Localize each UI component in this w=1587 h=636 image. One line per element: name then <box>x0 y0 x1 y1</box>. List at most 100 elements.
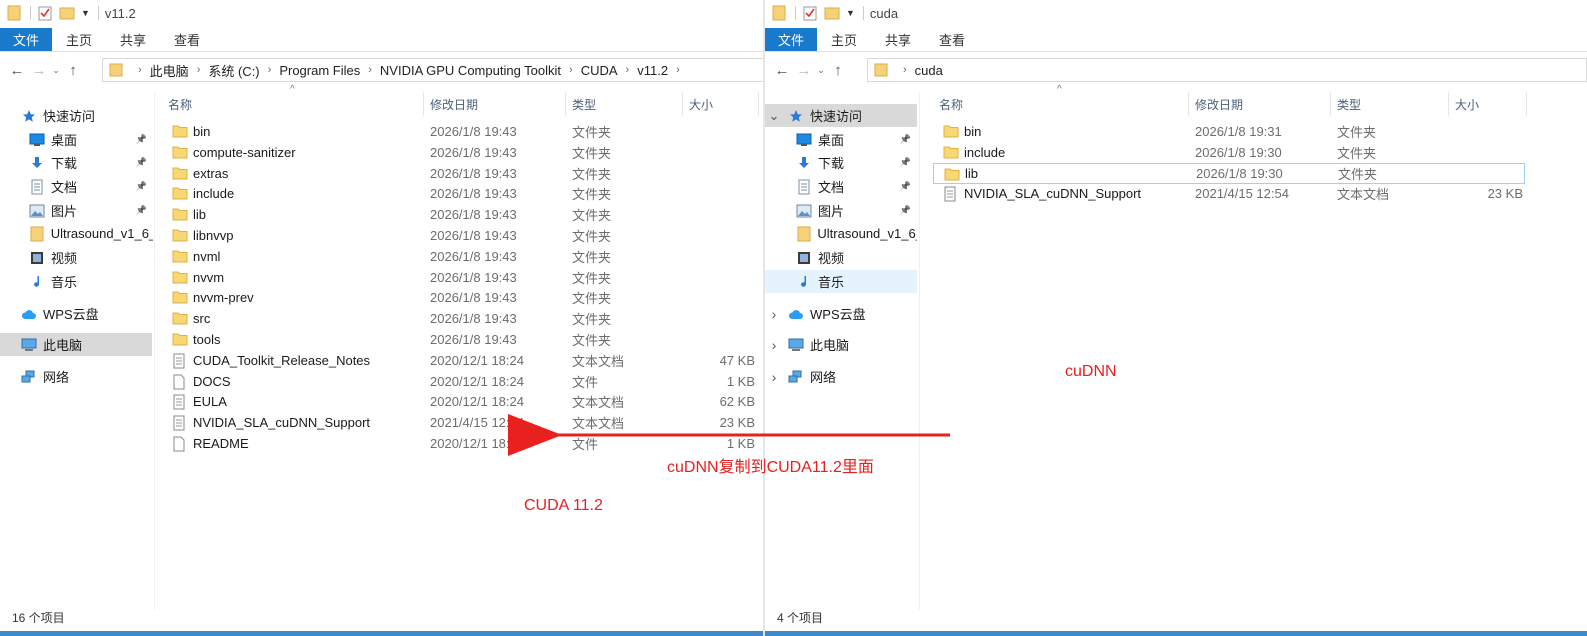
sidebar-item-label: 文档 <box>51 180 78 195</box>
tab-view[interactable]: 查看 <box>925 28 979 51</box>
file-row[interactable]: nvvm 2026/1/8 19:43 文件夹 <box>162 267 763 288</box>
sidebar-item-network[interactable]: › 网络 <box>765 365 917 388</box>
folder-icon <box>944 167 960 181</box>
tab-view[interactable]: 查看 <box>160 28 214 51</box>
breadcrumb-this-pc[interactable]: 此电脑 <box>150 61 189 80</box>
back-arrow-icon[interactable]: ← <box>771 62 793 79</box>
address-bar[interactable]: › cuda <box>867 58 1587 82</box>
sidebar-item-videos[interactable]: 视频 <box>0 246 153 269</box>
file-row[interactable]: libnvvp 2026/1/8 19:43 文件夹 <box>162 225 763 246</box>
sidebar-item-pictures[interactable]: 图片 📌 <box>0 199 153 222</box>
sidebar-item-pictures[interactable]: 图片 📌 <box>765 199 917 222</box>
tab-home[interactable]: 主页 <box>817 28 871 51</box>
tab-file[interactable]: 文件 <box>0 28 52 51</box>
column-header-size[interactable]: 大小 <box>683 92 759 116</box>
file-row[interactable]: NVIDIA_SLA_cuDNN_Support 2021/4/15 12:54 文… <box>162 412 763 433</box>
sidebar-item-wps-cloud[interactable]: › WPS云盘 <box>765 302 917 325</box>
chevron-right-icon[interactable]: › <box>767 369 781 385</box>
new-folder-icon[interactable] <box>824 5 840 21</box>
properties-icon[interactable] <box>37 5 53 21</box>
file-row[interactable]: nvvm-prev 2026/1/8 19:43 文件夹 <box>162 287 763 308</box>
sidebar-item-quick-access[interactable]: 快速访问 <box>0 104 153 127</box>
file-row[interactable]: bin 2026/1/8 19:43 文件夹 <box>162 121 763 142</box>
sidebar-item-videos[interactable]: 视频 <box>765 246 917 269</box>
quick-access-dropdown-icon[interactable]: ▼ <box>846 8 855 18</box>
sidebar-item-music[interactable]: 音乐 <box>0 270 153 293</box>
file-date: 2021/4/15 12:54 <box>1195 186 1289 202</box>
sidebar-item-label: 视频 <box>51 251 78 266</box>
file-row[interactable]: compute-sanitizer 2026/1/8 19:43 文件夹 <box>162 142 763 163</box>
chevron-right-icon[interactable]: › <box>767 306 781 322</box>
pin-icon: 📌 <box>899 157 911 167</box>
file-row[interactable]: bin 2026/1/8 19:31 文件夹 <box>933 121 1587 142</box>
chevron-down-icon[interactable]: ⌄ <box>767 108 781 124</box>
sidebar-item-label: 桌面 <box>51 133 78 148</box>
column-header-date[interactable]: 修改日期 <box>1189 92 1331 116</box>
sidebar-item-wps-cloud[interactable]: WPS云盘 <box>0 302 153 325</box>
column-header-name[interactable]: 名称 <box>162 92 424 116</box>
address-bar[interactable]: › 此电脑 › 系统 (C:) › Program Files › NVIDIA… <box>102 58 763 82</box>
tab-home[interactable]: 主页 <box>52 28 106 51</box>
new-folder-icon[interactable] <box>59 5 75 21</box>
sidebar-item-this-pc[interactable]: › 此电脑 <box>765 333 917 356</box>
sidebar-item-network[interactable]: 网络 <box>0 365 153 388</box>
file-date: 2020/12/1 18:24 <box>430 436 524 451</box>
file-row[interactable]: lib 2026/1/8 19:30 文件夹 <box>933 162 1525 184</box>
column-header-name[interactable]: 名称 <box>933 92 1189 116</box>
recent-dropdown-icon[interactable]: ⌄ <box>50 65 62 76</box>
sidebar-item-downloads[interactable]: 下载 📌 <box>0 151 153 174</box>
file-size: 1 KB <box>726 373 755 389</box>
forward-arrow-icon[interactable]: → <box>28 62 50 79</box>
download-icon <box>795 155 813 171</box>
column-header-date[interactable]: 修改日期 <box>424 92 566 116</box>
tab-share[interactable]: 共享 <box>871 28 925 51</box>
column-header-type[interactable]: 类型 <box>566 92 683 116</box>
file-row[interactable]: EULA 2020/12/1 18:24 文本文档 62 KB <box>162 391 763 412</box>
recent-dropdown-icon[interactable]: ⌄ <box>815 65 827 76</box>
breadcrumb-v11-2[interactable]: v11.2 <box>637 63 668 78</box>
file-row[interactable]: nvml 2026/1/8 19:43 文件夹 <box>162 246 763 267</box>
chevron-right-icon[interactable]: › <box>767 337 781 353</box>
sidebar-item-quick-access[interactable]: ⌄ 快速访问 <box>765 104 917 127</box>
file-row[interactable]: include 2026/1/8 19:30 文件夹 <box>933 142 1587 163</box>
breadcrumb-c-drive[interactable]: 系统 (C:) <box>208 61 259 80</box>
file-row[interactable]: tools 2026/1/8 19:43 文件夹 <box>162 329 763 350</box>
forward-arrow-icon[interactable]: → <box>793 62 815 79</box>
sidebar-item-documents[interactable]: 文档 📌 <box>0 175 153 198</box>
properties-icon[interactable] <box>802 5 818 21</box>
file-row[interactable]: NVIDIA_SLA_cuDNN_Support 2021/4/15 12:54 文… <box>933 183 1587 204</box>
sidebar-item-downloads[interactable]: 下载 📌 <box>765 151 917 174</box>
column-header-type[interactable]: 类型 <box>1331 92 1449 116</box>
column-header-size[interactable]: 大小 <box>1449 92 1527 116</box>
title-bar: ▼ cuda <box>765 0 1587 26</box>
sidebar-item-desktop[interactable]: 桌面 📌 <box>0 128 153 151</box>
file-row[interactable]: DOCS 2020/12/1 18:24 文件 1 KB <box>162 371 763 392</box>
file-name: lib <box>193 207 207 223</box>
sidebar-item-label: Ultrasound_v1_6_5 <box>817 226 917 241</box>
taskbar-edge <box>765 631 1587 636</box>
sidebar-item-ultrasound[interactable]: Ultrasound_v1_6_5 <box>765 222 917 245</box>
file-row[interactable]: extras 2026/1/8 19:43 文件夹 <box>162 163 763 184</box>
file-row[interactable]: CUDA_Toolkit_Release_Notes 2020/12/1 18:2… <box>162 350 763 371</box>
file-row[interactable]: README 2020/12/1 18:24 文件 1 KB <box>162 433 763 454</box>
file-type: 文件夹 <box>1337 145 1377 161</box>
sidebar-item-ultrasound[interactable]: Ultrasound_v1_6_5 <box>0 222 153 245</box>
sidebar-item-desktop[interactable]: 桌面 📌 <box>765 128 917 151</box>
file-row[interactable]: include 2026/1/8 19:43 文件夹 <box>162 183 763 204</box>
sidebar-item-this-pc[interactable]: 此电脑 <box>0 333 152 356</box>
tab-file[interactable]: 文件 <box>765 28 817 51</box>
quick-access-dropdown-icon[interactable]: ▼ <box>81 8 90 18</box>
up-arrow-icon[interactable]: ↑ <box>827 62 849 79</box>
file-row[interactable]: src 2026/1/8 19:43 文件夹 <box>162 308 763 329</box>
breadcrumb-program-files[interactable]: Program Files <box>279 63 360 78</box>
breadcrumb-nvidia-toolkit[interactable]: NVIDIA GPU Computing Toolkit <box>380 63 561 78</box>
sidebar-item-documents[interactable]: 文档 📌 <box>765 175 917 198</box>
back-arrow-icon[interactable]: ← <box>6 62 28 79</box>
sidebar-item-music[interactable]: 音乐 <box>765 270 917 293</box>
breadcrumb-cuda[interactable]: cuda <box>915 63 943 78</box>
up-arrow-icon[interactable]: ↑ <box>62 62 84 79</box>
file-row[interactable]: lib 2026/1/8 19:43 文件夹 <box>162 204 763 225</box>
tab-share[interactable]: 共享 <box>106 28 160 51</box>
breadcrumb-cuda[interactable]: CUDA <box>581 63 618 78</box>
file-name: nvml <box>193 248 221 264</box>
